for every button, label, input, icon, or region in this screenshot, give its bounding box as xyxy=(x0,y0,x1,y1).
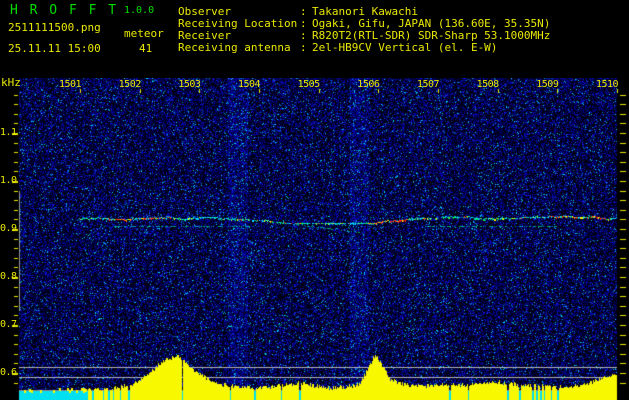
freq-tick-label: 0.8 xyxy=(0,271,17,282)
time-tick-label: 1505 xyxy=(297,79,321,90)
info-value: 2el-HB9CV Vertical (el. E-W) xyxy=(312,41,498,54)
freq-tick-label: 0.6 xyxy=(0,367,17,378)
file-name: 2511111500.png xyxy=(8,21,101,34)
app-title: H R O F F T xyxy=(10,3,119,18)
time-tick-label: 1502 xyxy=(118,79,142,90)
timestamp: 25.11.11 15:00 xyxy=(8,42,101,55)
info-row: Receiving antenna:2el-HB9CV Vertical (el… xyxy=(178,42,550,54)
echo-count: 41 xyxy=(139,42,153,55)
time-tick-label: 1510 xyxy=(595,79,619,90)
time-tick-label: 1504 xyxy=(237,79,261,90)
time-tick-label: 1506 xyxy=(357,79,380,90)
time-tick-label: 1501 xyxy=(59,79,82,90)
info-separator: : xyxy=(300,41,307,54)
freq-tick-label: 1.0 xyxy=(0,175,17,186)
info-label: Receiving antenna xyxy=(178,41,291,54)
header: H R O F F T 1.0.0 2511111500.png meteor … xyxy=(0,0,629,78)
time-tick-label: 1507 xyxy=(416,79,440,90)
time-tick-label: 1509 xyxy=(536,79,559,90)
freq-tick-label: 1.1 xyxy=(0,127,17,138)
freq-tick-label: 0.7 xyxy=(0,319,17,330)
time-tick-label: 1503 xyxy=(178,79,201,90)
freq-tick-label: 0.9 xyxy=(0,223,17,234)
hrofft-window: H R O F F T 1.0.0 2511111500.png meteor … xyxy=(0,0,629,400)
info-table: Observer: Takanori Kawachi Receiving Loca… xyxy=(178,6,550,54)
mode-label: meteor xyxy=(124,27,164,40)
time-tick-label: 1508 xyxy=(476,79,500,90)
spectrogram-canvas xyxy=(0,78,629,400)
app-version: 1.0.0 xyxy=(124,5,155,16)
freq-unit-label: kHz xyxy=(1,76,21,89)
